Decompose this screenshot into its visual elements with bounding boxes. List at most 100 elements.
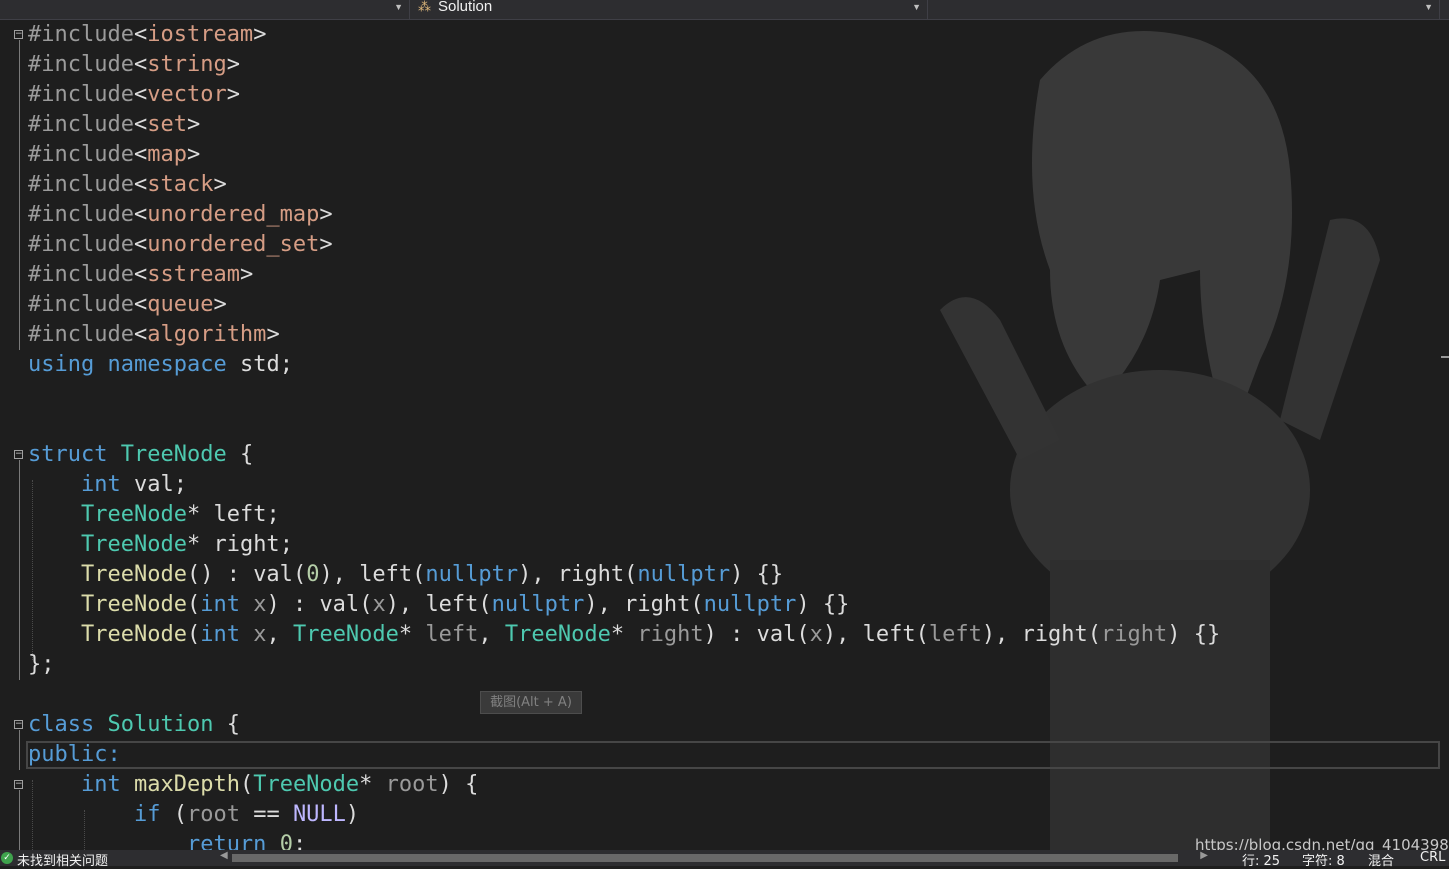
preprocessor-directive: #include (28, 292, 134, 317)
scroll-right-icon[interactable]: ▶ (1200, 850, 1208, 861)
code-line-member-val: int val; (80, 472, 187, 497)
type-name: Solution (107, 712, 214, 737)
parameter: root (186, 802, 240, 827)
collapse-icon[interactable]: − (14, 780, 23, 789)
code-line-include: #include<iostream> (28, 22, 267, 47)
screenshot-tooltip: 截图(Alt + A) (480, 691, 582, 714)
code-line-public: public: (28, 740, 121, 770)
collapse-icon[interactable]: − (14, 450, 23, 459)
status-message[interactable]: 未找到相关问题 (17, 850, 108, 869)
code-line-function: int maxDepth(TreeNode* root) { (80, 772, 479, 797)
identifier: left (862, 622, 916, 647)
preprocessor-directive: #include (28, 22, 134, 47)
code-line-struct: struct TreeNode { (28, 442, 254, 467)
keyword: nullptr (637, 562, 731, 587)
preprocessor-directive: #include (28, 52, 134, 77)
keyword: int (200, 622, 240, 647)
tab-mode-indicator[interactable]: 混合 (1368, 850, 1394, 869)
code-line-struct-end: }; (28, 652, 55, 677)
identifier: std; (239, 352, 293, 377)
function-name: TreeNode (80, 622, 187, 647)
keyword: namespace (107, 352, 227, 377)
status-bar: ✓ 未找到相关问题 ◀ ▶ 行: 25 字符: 8 混合 CRL (0, 850, 1449, 869)
code-line-include: #include<algorithm> (28, 322, 280, 347)
identifier: right (213, 532, 280, 557)
identifier: val (253, 562, 293, 587)
identifier: left (213, 502, 267, 527)
identifier: right (1021, 622, 1088, 647)
code-editor[interactable]: − − − − #include<iostream> #include<strin… (0, 20, 1449, 850)
keyword: nullptr (703, 592, 797, 617)
check-icon: ✓ (1, 852, 13, 864)
identifier: val (756, 622, 797, 647)
code-line-include: #include<string> (28, 52, 240, 77)
macro: NULL (292, 802, 346, 827)
code-line-include: #include<unordered_map> (28, 202, 333, 227)
keyword: nullptr (425, 562, 519, 587)
number-literal: 0 (306, 562, 320, 587)
class-dropdown[interactable]: ⁂ Solution ▼ (412, 0, 928, 19)
code-line-include: #include<vector> (28, 82, 240, 107)
line-ending-indicator[interactable]: CRL (1420, 850, 1445, 865)
outline-line (19, 460, 20, 680)
code-line-include: #include<map> (28, 142, 201, 167)
keyword: class (28, 712, 95, 737)
chevron-down-icon: ▼ (912, 2, 921, 12)
outline-line (19, 730, 20, 770)
horizontal-scrollbar[interactable]: ◀ ▶ (218, 850, 1210, 864)
scrollbar-marker (1441, 356, 1449, 358)
header-name: vector (147, 82, 227, 107)
parameter: right (637, 622, 704, 647)
preprocessor-directive: #include (28, 232, 134, 257)
identifier: right (557, 562, 625, 587)
scroll-left-icon[interactable]: ◀ (220, 850, 228, 861)
keyword: struct (28, 442, 108, 467)
type-name: TreeNode (120, 442, 227, 467)
identifier: val (133, 472, 174, 497)
outline-line (19, 40, 20, 350)
code-line-ctor-x: TreeNode(int x) : val(x), left(nullptr),… (80, 592, 850, 617)
code-line-using: using namespace std; (28, 350, 293, 380)
chevron-down-icon: ▼ (1424, 2, 1433, 12)
line-number-indicator: 行: 25 (1242, 854, 1281, 869)
code-line-ctor-full: TreeNode(int x, TreeNode* left, TreeNode… (80, 622, 1221, 647)
code-line-ctor-default: TreeNode() : val(0), left(nullptr), righ… (80, 562, 784, 587)
collapse-icon[interactable]: − (14, 720, 23, 729)
function-name: TreeNode (80, 592, 187, 617)
type-name: TreeNode (504, 622, 611, 647)
scope-dropdown[interactable]: ▼ (0, 0, 410, 19)
header-name: algorithm (147, 322, 267, 347)
scrollbar-thumb[interactable] (232, 854, 1178, 862)
type-name: TreeNode (80, 532, 187, 557)
code-line-include: #include<unordered_set> (28, 232, 333, 257)
class-icon: ⁂ (418, 0, 431, 14)
keyword: if (133, 802, 161, 827)
preprocessor-directive: #include (28, 262, 134, 287)
header-name: unordered_map (147, 202, 320, 227)
keyword: return (186, 832, 267, 850)
outline-line (19, 790, 20, 850)
keyword: int (80, 772, 121, 797)
function-name: TreeNode (80, 562, 187, 587)
code-line-class: class Solution { (28, 712, 240, 737)
preprocessor-directive: #include (28, 112, 134, 137)
header-name: unordered_set (147, 232, 320, 257)
keyword: using (28, 352, 95, 377)
type-name: TreeNode (292, 622, 399, 647)
keyword: nullptr (491, 592, 585, 617)
identifier: right (624, 592, 691, 617)
parameter: x (253, 622, 267, 647)
code-line-return: return 0; (28, 830, 306, 850)
chevron-down-icon: ▼ (394, 2, 403, 12)
current-line-highlight (26, 741, 1440, 769)
member-dropdown[interactable]: ▼ (930, 0, 1440, 19)
keyword: int (80, 472, 121, 497)
preprocessor-directive: #include (28, 82, 134, 107)
parameter: x (809, 622, 823, 647)
code-line-if: if (root == NULL) (133, 802, 360, 827)
collapse-icon[interactable]: − (14, 30, 23, 39)
parameter: root (385, 772, 439, 797)
code-line-include: #include<stack> (28, 172, 227, 197)
char-number-indicator: 字符: 8 (1302, 854, 1345, 869)
identifier: left (359, 562, 413, 587)
